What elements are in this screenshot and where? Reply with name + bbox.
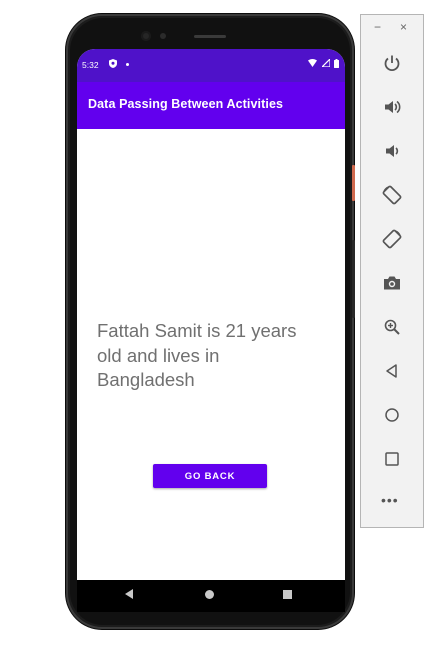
nav-recents-icon[interactable]: [283, 590, 292, 599]
navigation-bar: [77, 580, 345, 612]
message-text: Fattah Samit is 21 years old and lives i…: [97, 320, 297, 390]
power-icon[interactable]: [377, 48, 407, 78]
shield-icon: [109, 59, 117, 68]
close-button[interactable]: ×: [400, 20, 407, 34]
rotate-right-icon[interactable]: [377, 224, 407, 254]
sensor-icon: [160, 33, 166, 39]
status-system-icons: [308, 57, 339, 77]
wifi-icon: [308, 59, 318, 67]
emulator-toolbar: − × •••: [360, 14, 424, 528]
home-icon[interactable]: [377, 400, 407, 430]
volume-down-icon[interactable]: [377, 136, 407, 166]
zoom-icon[interactable]: [377, 312, 407, 342]
front-camera-icon: [141, 31, 151, 41]
device-screen: 5:32 Data Passing Between Activities Fat…: [77, 49, 345, 609]
minimize-button[interactable]: −: [374, 20, 381, 34]
nav-back-icon[interactable]: [125, 589, 133, 599]
rotate-left-icon[interactable]: [377, 180, 407, 210]
back-icon[interactable]: [377, 356, 407, 386]
earpiece-speaker: [194, 35, 226, 38]
status-time: 5:32: [82, 60, 99, 70]
status-bar: 5:32: [77, 49, 345, 82]
emulator-window-controls: − ×: [361, 15, 423, 45]
overview-icon[interactable]: [377, 444, 407, 474]
go-back-button[interactable]: GO BACK: [153, 464, 267, 488]
app-bar: Data Passing Between Activities: [77, 82, 345, 129]
app-title: Data Passing Between Activities: [88, 97, 284, 111]
nav-home-icon[interactable]: [205, 590, 214, 599]
power-side-button: [352, 165, 355, 201]
more-options-icon[interactable]: •••: [381, 492, 399, 508]
volume-side-button: [352, 240, 355, 318]
signal-icon: [320, 57, 331, 68]
volume-up-icon[interactable]: [377, 92, 407, 122]
notification-dot-icon: [126, 63, 129, 66]
battery-icon: [334, 59, 339, 68]
camera-icon[interactable]: [377, 268, 407, 298]
